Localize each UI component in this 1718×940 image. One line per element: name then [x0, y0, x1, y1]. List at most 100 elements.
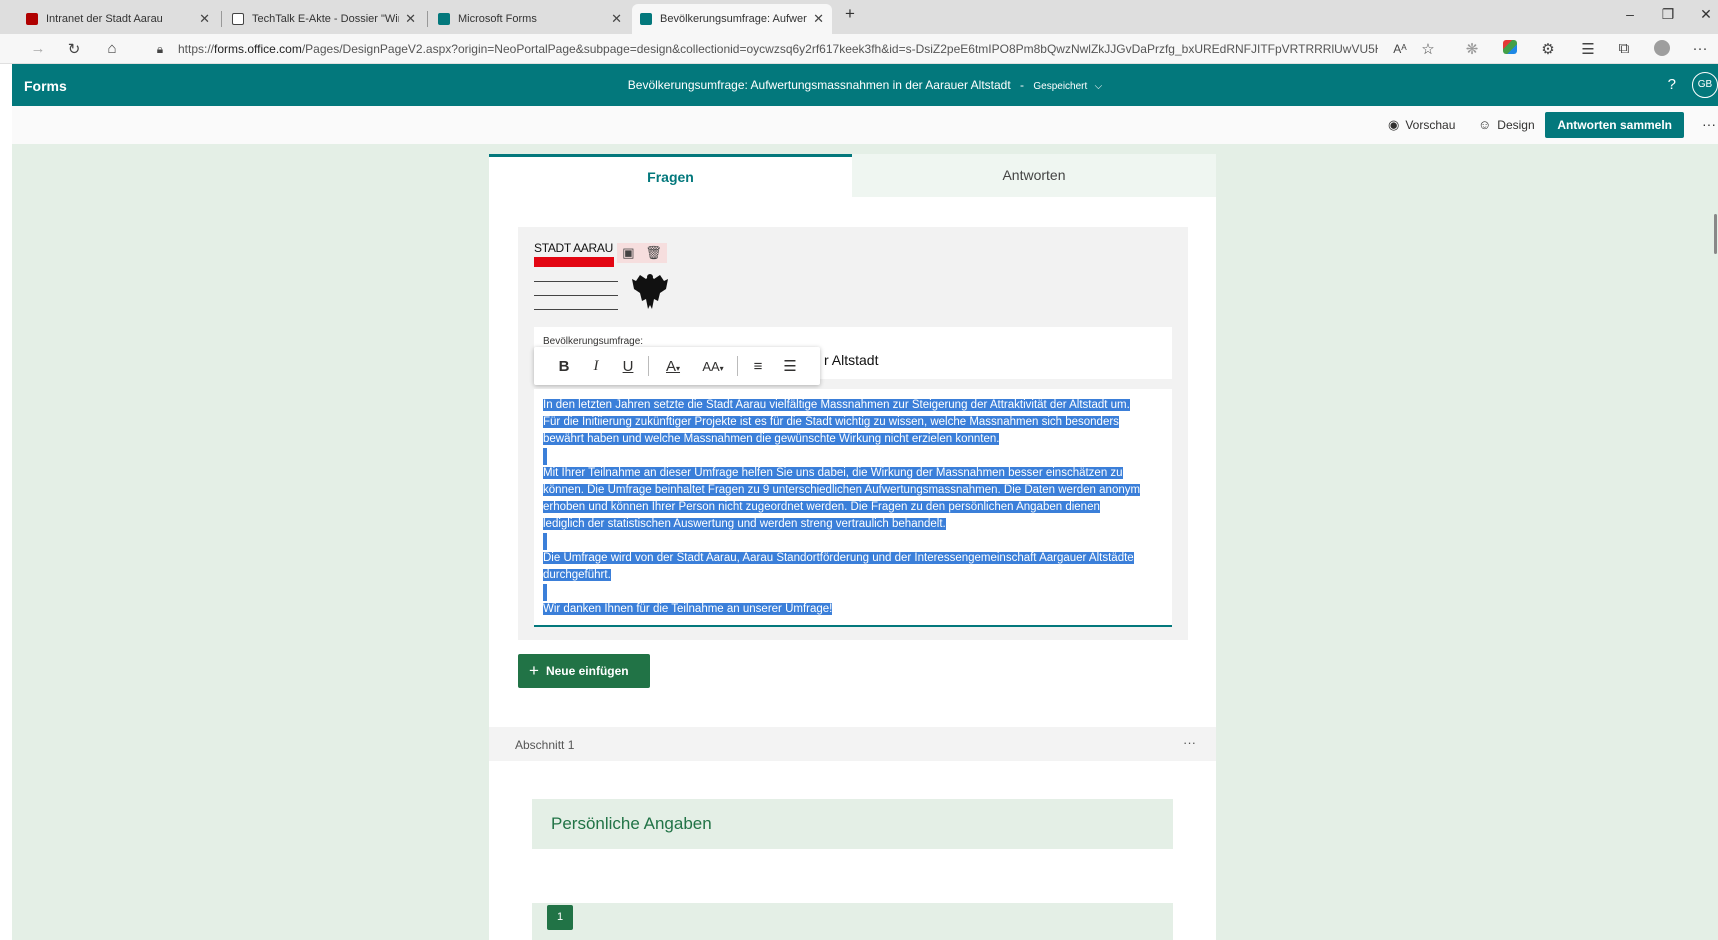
- design-button[interactable]: ☺ Design: [1478, 117, 1535, 132]
- logo-line: [534, 295, 618, 296]
- italic-button[interactable]: I: [580, 358, 612, 375]
- paragraph-gap: [543, 533, 1163, 550]
- font-color-button[interactable]: A▾: [653, 358, 693, 375]
- logo-line: [534, 309, 618, 310]
- browser-tab-techtalk[interactable]: TechTalk E-Akte - Dossier "Wirku ✕: [224, 6, 424, 32]
- minimize-icon[interactable]: –: [1620, 6, 1640, 22]
- description-line: bewährt haben und welche Massnahmen die …: [543, 433, 1000, 445]
- forward-icon[interactable]: →: [28, 40, 48, 57]
- collections-icon[interactable]: ⧉: [1614, 40, 1634, 57]
- description-line: Für die Initiierung zukünftiger Projekte…: [543, 416, 1119, 428]
- browser-tab-title: Intranet der Stadt Aarau: [46, 13, 163, 25]
- description-line: lediglich der statistischen Auswertung u…: [543, 518, 946, 530]
- form-title-text: r Altstadt: [824, 352, 879, 368]
- forms-favicon-icon: [438, 13, 450, 25]
- description-line: können. Die Umfrage beinhaltet Fragen zu…: [543, 484, 1141, 496]
- replace-image-icon[interactable]: ▣: [622, 245, 634, 261]
- url-prefix: https://: [178, 42, 215, 56]
- close-tab-icon[interactable]: ✕: [405, 11, 416, 27]
- browser-tab-title: TechTalk E-Akte - Dossier "Wirku: [252, 13, 400, 25]
- close-tab-icon[interactable]: ✕: [813, 11, 824, 27]
- eye-icon: ◉: [1388, 117, 1400, 132]
- tab-separator: [427, 11, 428, 27]
- forms-favicon-icon: [640, 13, 652, 25]
- format-separator: [737, 356, 738, 376]
- browser-address-bar: → ↻ ⌂ 🔒︎ https://forms.office.com/Pages/…: [0, 34, 1718, 64]
- section-more-icon[interactable]: ···: [1183, 735, 1196, 750]
- close-tab-icon[interactable]: ✕: [199, 11, 210, 27]
- tab-responses[interactable]: Antworten: [852, 154, 1216, 197]
- restore-icon[interactable]: ❐: [1658, 6, 1678, 23]
- extension-icon[interactable]: ❋: [1462, 40, 1482, 58]
- url-input[interactable]: https://forms.office.com/Pages/DesignPag…: [178, 42, 1378, 56]
- logo-text: STADT AARAU: [534, 241, 613, 255]
- tab-separator: [221, 11, 222, 27]
- extension-colorful-icon[interactable]: [1500, 40, 1520, 58]
- lock-icon[interactable]: 🔒︎: [150, 42, 170, 57]
- window-close-icon[interactable]: ✕: [1696, 6, 1716, 23]
- browser-tab-survey[interactable]: Bevölkerungsumfrage: Aufwertu ✕: [632, 4, 832, 34]
- user-avatar[interactable]: GB: [1692, 72, 1718, 98]
- form-title-label: Bevölkerungsumfrage:: [543, 336, 644, 347]
- tab-questions[interactable]: Fragen: [489, 154, 852, 197]
- description-line: erhoben und können Ihrer Person nicht zu…: [543, 501, 1100, 513]
- browser-tab-strip: Intranet der Stadt Aarau ✕ TechTalk E-Ak…: [0, 0, 1718, 34]
- underline-button[interactable]: U: [612, 358, 644, 375]
- logo-red-bar: [534, 257, 614, 267]
- browser-menu-icon[interactable]: ···: [1690, 40, 1710, 57]
- left-edge: [0, 64, 12, 940]
- url-path: /Pages/DesignPageV2.aspx?origin=NeoPorta…: [301, 42, 1378, 56]
- paragraph-gap: [543, 584, 1163, 601]
- read-aloud-icon[interactable]: Aᴬ: [1390, 42, 1410, 56]
- saved-status[interactable]: Gespeichert: [1033, 81, 1087, 92]
- scrollbar-thumb[interactable]: [1714, 214, 1717, 254]
- help-button[interactable]: ?: [1668, 76, 1676, 93]
- preview-label: Vorschau: [1405, 118, 1456, 132]
- add-new-label: Neue einfügen: [545, 664, 629, 678]
- font-size-button[interactable]: AA▾: [693, 359, 733, 374]
- description-line: In den letzten Jahren setzte die Stadt A…: [543, 399, 1130, 411]
- description-line: Mit Ihrer Teilnahme an dieser Umfrage he…: [543, 467, 1123, 479]
- section-title-box[interactable]: Persönliche Angaben: [532, 799, 1173, 849]
- section-label: Abschnitt 1: [515, 738, 575, 752]
- refresh-icon[interactable]: ↻: [64, 40, 84, 58]
- header-form-title: Bevölkerungsumfrage: Aufwertungsmassnahm…: [627, 78, 1011, 92]
- add-favorite-icon[interactable]: ☆: [1418, 40, 1438, 58]
- chevron-down-icon[interactable]: ⌵: [1095, 81, 1103, 92]
- title-separator: -: [1020, 78, 1025, 92]
- section-header: Abschnitt 1 ···: [489, 727, 1216, 761]
- home-icon[interactable]: ⌂: [102, 40, 122, 57]
- description-line: durchgeführt.: [543, 569, 611, 581]
- profile-avatar-icon[interactable]: [1652, 40, 1672, 60]
- more-options-icon[interactable]: ···: [1702, 116, 1716, 132]
- browser-tab-microsoft-forms[interactable]: Microsoft Forms ✕: [430, 6, 630, 32]
- stadt-aarau-logo[interactable]: STADT AARAU ▣ 🗑︎: [534, 241, 674, 321]
- forms-header: Forms Bevölkerungsumfrage: Aufwertungsma…: [12, 64, 1718, 106]
- favorites-icon[interactable]: ☰: [1578, 40, 1598, 58]
- numbered-list-icon[interactable]: ≡: [742, 358, 774, 375]
- url-domain: forms.office.com: [214, 42, 302, 56]
- collect-responses-button[interactable]: Antworten sammeln: [1545, 112, 1684, 138]
- add-new-button[interactable]: + Neue einfügen: [518, 654, 650, 688]
- close-tab-icon[interactable]: ✕: [611, 11, 622, 27]
- section-title: Persönliche Angaben: [551, 814, 712, 833]
- extensions-puzzle-icon[interactable]: ⚙: [1538, 40, 1558, 58]
- preview-button[interactable]: ◉ Vorschau: [1388, 117, 1455, 133]
- bold-button[interactable]: B: [548, 358, 580, 375]
- question-card[interactable]: 1: [532, 903, 1173, 940]
- palette-icon: ☺: [1478, 117, 1492, 132]
- delete-trash-icon[interactable]: 🗑︎: [645, 245, 662, 261]
- new-tab-button[interactable]: +: [840, 4, 860, 24]
- font-size-label: AA: [702, 358, 720, 374]
- eagle-crest-icon: [632, 274, 668, 309]
- plus-icon: +: [529, 661, 539, 680]
- paragraph-gap: [543, 448, 1163, 465]
- intranet-favicon-icon: [26, 13, 38, 25]
- form-description-input[interactable]: In den letzten Jahren setzte die Stadt A…: [534, 389, 1172, 627]
- format-toolbar: B I U A▾ AA▾ ≡ ☰: [534, 347, 820, 385]
- bulleted-list-icon[interactable]: ☰: [774, 357, 806, 375]
- browser-tab-intranet[interactable]: Intranet der Stadt Aarau ✕: [18, 6, 218, 32]
- editor-tabs: Fragen Antworten: [489, 154, 1216, 197]
- form-editor-card: Fragen Antworten STADT AARAU ▣ 🗑︎ Bevölk…: [489, 154, 1216, 940]
- browser-tab-title: Bevölkerungsumfrage: Aufwertu: [660, 13, 808, 25]
